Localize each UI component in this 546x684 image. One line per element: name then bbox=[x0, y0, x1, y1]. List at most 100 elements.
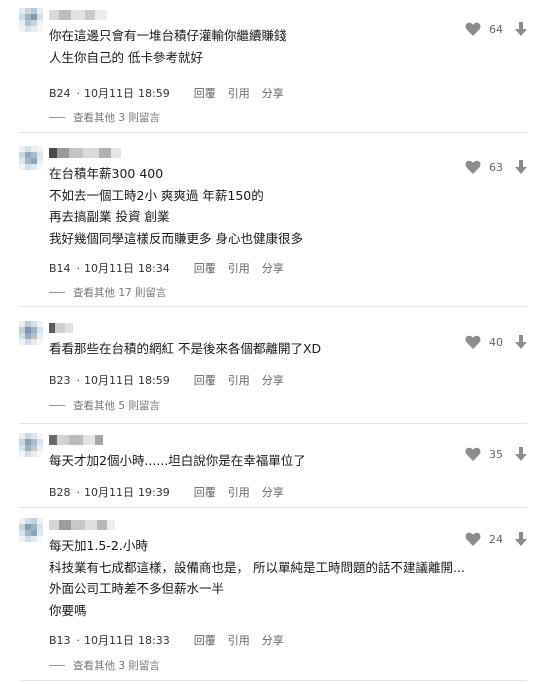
comment-date: 10月11日 bbox=[84, 486, 135, 499]
comment-time: 19:39 bbox=[138, 485, 170, 499]
share-button[interactable]: 分享 bbox=[262, 372, 284, 388]
comment-line: 看看那些在台積的網紅 不是後來各個都離開了XD bbox=[49, 341, 322, 356]
view-more-replies-label: 查看其他 17 則留言 bbox=[73, 287, 167, 299]
view-more-replies[interactable]: 查看其他 3 則留言 bbox=[49, 110, 160, 125]
share-button[interactable]: 分享 bbox=[262, 260, 284, 276]
reply-button[interactable]: 回覆 bbox=[194, 85, 216, 101]
view-more-replies-label: 查看其他 5 則留言 bbox=[73, 400, 160, 412]
heart-icon[interactable] bbox=[465, 447, 481, 461]
replies-dash bbox=[49, 117, 65, 118]
comment-date: 10月11日 bbox=[84, 374, 135, 387]
reply-button[interactable]: 回覆 bbox=[194, 484, 216, 500]
comment-meta: B14 · 10月11日 18:34 回覆 引用 分享 bbox=[49, 260, 284, 276]
quote-button[interactable]: 引用 bbox=[228, 484, 250, 500]
arrow-down-icon[interactable] bbox=[515, 22, 527, 36]
comment-line: 外面公司工時差不多但薪水一半 bbox=[49, 581, 225, 596]
comment-line: 科技業有七成都這樣，設備商也是， 所以單純是工時問題的話不建議離開... bbox=[49, 559, 465, 575]
comment-separator: · bbox=[76, 261, 81, 275]
view-more-replies[interactable]: 查看其他 5 則留言 bbox=[49, 398, 160, 413]
reply-button[interactable]: 回覆 bbox=[194, 632, 216, 648]
heart-icon[interactable] bbox=[465, 22, 481, 36]
like-count: 35 bbox=[489, 447, 503, 461]
floor-number: B28 bbox=[49, 485, 71, 499]
heart-icon[interactable] bbox=[465, 335, 481, 349]
author-name-blurred[interactable] bbox=[49, 435, 103, 445]
arrow-down-icon[interactable] bbox=[515, 447, 527, 461]
share-button[interactable]: 分享 bbox=[262, 484, 284, 500]
comment-line: 人生你自己的 低卡參考就好 bbox=[49, 49, 203, 65]
comment-separator: · bbox=[76, 633, 81, 647]
comment-b14: 在台積年薪300 400 不如去一個工時2小 爽爽過 年薪150的 再去搞副業 … bbox=[19, 146, 527, 307]
floor-number: B24 bbox=[49, 86, 71, 100]
avatar[interactable] bbox=[19, 433, 45, 459]
vote-group: 40 bbox=[465, 335, 527, 349]
comment-line: 每天加1.5-2.小時 bbox=[49, 538, 148, 553]
comment-line: 你在這邊只會有一堆台積仔灌輸你繼續賺錢 bbox=[49, 28, 287, 43]
like-count: 24 bbox=[489, 532, 503, 546]
floor-number: B13 bbox=[49, 633, 71, 647]
comment-b13: 每天加1.5-2.小時 科技業有七成都這樣，設備商也是， 所以單純是工時問題的話… bbox=[19, 518, 527, 681]
comment-b23: 看看那些在台積的網紅 不是後來各個都離開了XD B23 · 10月11日 18:… bbox=[19, 321, 527, 424]
comment-meta: B23 · 10月11日 18:59 回覆 引用 分享 bbox=[49, 372, 284, 388]
view-more-replies[interactable]: 查看其他 3 則留言 bbox=[49, 658, 160, 673]
comment-separator: · bbox=[76, 485, 81, 499]
heart-icon[interactable] bbox=[465, 160, 481, 174]
quote-button[interactable]: 引用 bbox=[228, 632, 250, 648]
like-count: 40 bbox=[489, 335, 503, 349]
comment-separator: · bbox=[76, 373, 81, 387]
quote-button[interactable]: 引用 bbox=[228, 260, 250, 276]
comment-time: 18:59 bbox=[138, 373, 170, 387]
comment-b24: 你在這邊只會有一堆台積仔灌輸你繼續賺錢 人生你自己的 低卡參考就好 B24 · … bbox=[19, 8, 527, 133]
floor-number: B23 bbox=[49, 373, 71, 387]
author-name-blurred[interactable] bbox=[49, 520, 115, 530]
author-name-blurred[interactable] bbox=[49, 10, 107, 20]
share-button[interactable]: 分享 bbox=[262, 85, 284, 101]
quote-button[interactable]: 引用 bbox=[228, 372, 250, 388]
comment-line: 每天才加2個小時......坦白說你是在幸福單位了 bbox=[49, 453, 306, 468]
comment-date: 10月11日 bbox=[84, 87, 135, 100]
comment-date: 10月11日 bbox=[84, 634, 135, 647]
vote-group: 64 bbox=[465, 22, 527, 36]
comment-body: 在台積年薪300 400 不如去一個工時2小 爽爽過 年薪150的 再去搞副業 … bbox=[49, 163, 303, 249]
comment-body: 你在這邊只會有一堆台積仔灌輸你繼續賺錢 人生你自己的 低卡參考就好 bbox=[49, 25, 287, 68]
avatar[interactable] bbox=[19, 518, 45, 544]
reply-button[interactable]: 回覆 bbox=[194, 372, 216, 388]
comment-line: 我好幾個同學這樣反而賺更多 身心也健康很多 bbox=[49, 230, 303, 246]
arrow-down-icon[interactable] bbox=[515, 335, 527, 349]
author-name-blurred[interactable] bbox=[49, 148, 121, 158]
comment-meta: B13 · 10月11日 18:33 回覆 引用 分享 bbox=[49, 632, 284, 648]
comment-time: 18:34 bbox=[138, 261, 170, 275]
replies-dash bbox=[49, 665, 65, 666]
comment-body: 看看那些在台積的網紅 不是後來各個都離開了XD bbox=[49, 338, 321, 360]
comment-separator: · bbox=[76, 86, 81, 100]
heart-icon[interactable] bbox=[465, 532, 481, 546]
like-count: 63 bbox=[489, 160, 503, 174]
view-more-replies-label: 查看其他 3 則留言 bbox=[73, 112, 160, 124]
comment-body: 每天加1.5-2.小時 科技業有七成都這樣，設備商也是， 所以單純是工時問題的話… bbox=[49, 535, 465, 621]
avatar[interactable] bbox=[19, 321, 45, 347]
vote-group: 35 bbox=[465, 447, 527, 461]
floor-number: B14 bbox=[49, 261, 71, 275]
avatar[interactable] bbox=[19, 8, 45, 34]
arrow-down-icon[interactable] bbox=[515, 532, 527, 546]
vote-group: 24 bbox=[465, 532, 527, 546]
comment-meta: B24 · 10月11日 18:59 回覆 引用 分享 bbox=[49, 85, 284, 101]
view-more-replies-label: 查看其他 3 則留言 bbox=[73, 660, 160, 672]
comment-line: 不如去一個工時2小 爽爽過 年薪150的 bbox=[49, 187, 264, 203]
comment-line: 在台積年薪300 400 bbox=[49, 166, 164, 181]
view-more-replies[interactable]: 查看其他 17 則留言 bbox=[49, 285, 167, 300]
comment-time: 18:33 bbox=[138, 633, 170, 647]
comment-date: 10月11日 bbox=[84, 262, 135, 275]
share-button[interactable]: 分享 bbox=[262, 632, 284, 648]
author-name-blurred[interactable] bbox=[49, 323, 73, 333]
replies-dash bbox=[49, 292, 65, 293]
comment-b28: 每天才加2個小時......坦白說你是在幸福單位了 B28 · 10月11日 1… bbox=[19, 433, 527, 508]
comment-line: 你要嗎 bbox=[49, 602, 87, 618]
comment-body: 每天才加2個小時......坦白說你是在幸福單位了 bbox=[49, 450, 306, 472]
avatar[interactable] bbox=[19, 146, 45, 172]
reply-button[interactable]: 回覆 bbox=[194, 260, 216, 276]
quote-button[interactable]: 引用 bbox=[228, 85, 250, 101]
comment-meta: B28 · 10月11日 19:39 回覆 引用 分享 bbox=[49, 484, 284, 500]
arrow-down-icon[interactable] bbox=[515, 160, 527, 174]
comment-line: 再去搞副業 投資 創業 bbox=[49, 209, 170, 224]
